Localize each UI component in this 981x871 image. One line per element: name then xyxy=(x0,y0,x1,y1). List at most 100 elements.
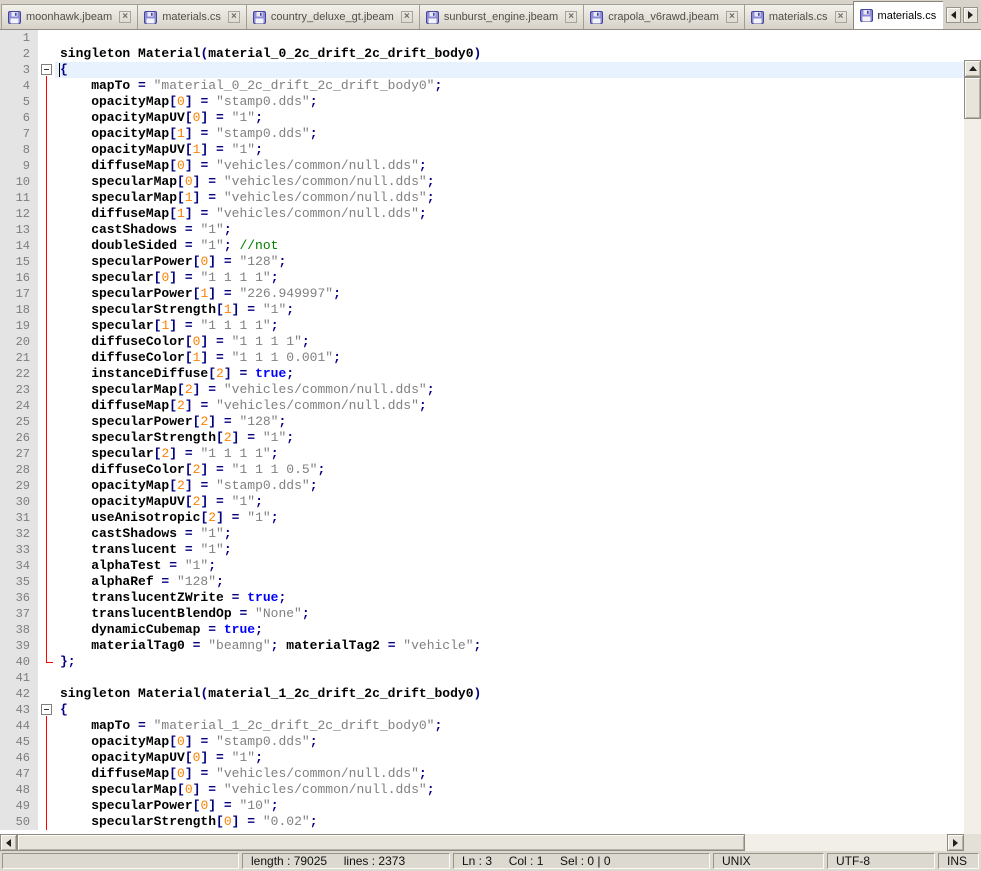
code-line-40[interactable]: 40}; xyxy=(0,654,964,670)
code-line-15[interactable]: 15 specularPower[0] = "128"; xyxy=(0,254,964,270)
fold-guide-line xyxy=(46,542,47,558)
code-line-5[interactable]: 5 opacityMap[0] = "stamp0.dds"; xyxy=(0,94,964,110)
code-line-34[interactable]: 34 alphaTest = "1"; xyxy=(0,558,964,574)
code-line-49[interactable]: 49 specularPower[0] = "10"; xyxy=(0,798,964,814)
code-line-18[interactable]: 18 specularStrength[1] = "1"; xyxy=(0,302,964,318)
code-line-28[interactable]: 28 diffuseColor[2] = "1 1 1 0.5"; xyxy=(0,462,964,478)
code-line-25[interactable]: 25 specularPower[2] = "128"; xyxy=(0,414,964,430)
code-line-24[interactable]: 24 diffuseMap[2] = "vehicles/common/null… xyxy=(0,398,964,414)
line-number: 47 xyxy=(0,766,38,782)
tab-scroll-left-button[interactable] xyxy=(946,7,961,23)
code-line-23[interactable]: 23 specularMap[2] = "vehicles/common/nul… xyxy=(0,382,964,398)
code-line-10[interactable]: 10 specularMap[0] = "vehicles/common/nul… xyxy=(0,174,964,190)
code-line-8[interactable]: 8 opacityMapUV[1] = "1"; xyxy=(0,142,964,158)
code-line-31[interactable]: 31 useAnisotropic[2] = "1"; xyxy=(0,510,964,526)
fold-guide-line xyxy=(46,110,47,126)
code-line-39[interactable]: 39 materialTag0 = "beamng"; materialTag2… xyxy=(0,638,964,654)
status-eol-format[interactable]: UNIX xyxy=(713,853,824,869)
code-line-37[interactable]: 37 translucentBlendOp = "None"; xyxy=(0,606,964,622)
code-line-44[interactable]: 44 mapTo = "material_1_2c_drift_2c_drift… xyxy=(0,718,964,734)
scroll-left-button[interactable] xyxy=(0,834,17,851)
code-line-45[interactable]: 45 opacityMap[0] = "stamp0.dds"; xyxy=(0,734,964,750)
line-number: 5 xyxy=(0,94,38,110)
code-line-11[interactable]: 11 specularMap[1] = "vehicles/common/nul… xyxy=(0,190,964,206)
code-line-6[interactable]: 6 opacityMapUV[0] = "1"; xyxy=(0,110,964,126)
vertical-scroll-thumb[interactable] xyxy=(964,77,981,119)
code-line-19[interactable]: 19 specular[1] = "1 1 1 1"; xyxy=(0,318,964,334)
scroll-up-button[interactable] xyxy=(964,60,981,77)
line-number: 19 xyxy=(0,318,38,334)
status-insert-mode[interactable]: INS xyxy=(938,853,979,869)
left-arrow-icon xyxy=(6,839,11,847)
fold-margin xyxy=(38,158,55,174)
code-line-43[interactable]: 43{ xyxy=(0,702,964,718)
fold-margin xyxy=(38,814,55,830)
line-number: 7 xyxy=(0,126,38,142)
tab-7-materials.cs[interactable]: materials.cs× xyxy=(853,1,943,29)
horizontal-scroll-thumb[interactable] xyxy=(17,834,745,851)
code-line-35[interactable]: 35 alphaRef = "128"; xyxy=(0,574,964,590)
editor-pane[interactable]: 12singleton Material(material_0_2c_drift… xyxy=(0,30,981,834)
tab-scroll-right-button[interactable] xyxy=(963,7,978,23)
line-number: 24 xyxy=(0,398,38,414)
code-line-42[interactable]: 42singleton Material(material_1_2c_drift… xyxy=(0,686,964,702)
code-line-1[interactable]: 1 xyxy=(0,30,964,46)
code-line-9[interactable]: 9 diffuseMap[0] = "vehicles/common/null.… xyxy=(0,158,964,174)
code-text: specularMap[0] = "vehicles/common/null.d… xyxy=(55,782,964,798)
code-line-12[interactable]: 12 diffuseMap[1] = "vehicles/common/null… xyxy=(0,206,964,222)
code-line-14[interactable]: 14 doubleSided = "1"; //not xyxy=(0,238,964,254)
notepad-window: moonhawk.jbeam×materials.cs×country_delu… xyxy=(0,0,981,871)
scroll-right-button[interactable] xyxy=(947,834,964,851)
code-line-17[interactable]: 17 specularPower[1] = "226.949997"; xyxy=(0,286,964,302)
fold-collapse-icon[interactable] xyxy=(41,704,52,715)
code-line-3[interactable]: 3{ xyxy=(0,62,964,78)
code-line-46[interactable]: 46 opacityMapUV[0] = "1"; xyxy=(0,750,964,766)
fold-guide-line xyxy=(46,750,47,766)
tab-close-icon[interactable]: × xyxy=(726,11,738,23)
code-line-16[interactable]: 16 specular[0] = "1 1 1 1"; xyxy=(0,270,964,286)
tab-close-icon[interactable]: × xyxy=(228,11,240,23)
fold-guide-line xyxy=(46,782,47,798)
tab-close-icon[interactable]: × xyxy=(565,11,577,23)
fold-collapse-icon[interactable] xyxy=(41,64,52,75)
code-line-7[interactable]: 7 opacityMap[1] = "stamp0.dds"; xyxy=(0,126,964,142)
tab-5-crapola_v6rawd.jbeam[interactable]: crapola_v6rawd.jbeam× xyxy=(583,4,745,29)
code-line-30[interactable]: 30 opacityMapUV[2] = "1"; xyxy=(0,494,964,510)
code-line-47[interactable]: 47 diffuseMap[0] = "vehicles/common/null… xyxy=(0,766,964,782)
tab-close-icon[interactable]: × xyxy=(119,11,131,23)
code-line-21[interactable]: 21 diffuseColor[1] = "1 1 1 0.001"; xyxy=(0,350,964,366)
tab-2-materials.cs[interactable]: materials.cs× xyxy=(137,4,247,29)
code-line-38[interactable]: 38 dynamicCubemap = true; xyxy=(0,622,964,638)
tab-3-country_deluxe_gt.jbeam[interactable]: country_deluxe_gt.jbeam× xyxy=(246,4,420,29)
vertical-scrollbar[interactable] xyxy=(964,60,981,864)
fold-margin[interactable] xyxy=(38,702,55,718)
tab-4-sunburst_engine.jbeam[interactable]: sunburst_engine.jbeam× xyxy=(419,4,584,29)
tab-close-icon[interactable]: × xyxy=(401,11,413,23)
code-line-2[interactable]: 2singleton Material(material_0_2c_drift_… xyxy=(0,46,964,62)
code-line-13[interactable]: 13 castShadows = "1"; xyxy=(0,222,964,238)
line-number: 48 xyxy=(0,782,38,798)
fold-guide-line xyxy=(46,430,47,446)
line-number: 27 xyxy=(0,446,38,462)
tab-close-icon[interactable]: × xyxy=(835,11,847,23)
fold-margin[interactable] xyxy=(38,62,55,78)
fold-guide-elbow xyxy=(46,662,53,663)
code-line-33[interactable]: 33 translucent = "1"; xyxy=(0,542,964,558)
code-line-36[interactable]: 36 translucentZWrite = true; xyxy=(0,590,964,606)
fold-guide-line xyxy=(46,270,47,286)
code-line-32[interactable]: 32 castShadows = "1"; xyxy=(0,526,964,542)
code-line-4[interactable]: 4 mapTo = "material_0_2c_drift_2c_drift_… xyxy=(0,78,964,94)
status-encoding[interactable]: UTF-8 xyxy=(827,853,935,869)
code-line-50[interactable]: 50 specularStrength[0] = "0.02"; xyxy=(0,814,964,830)
code-line-29[interactable]: 29 opacityMap[2] = "stamp0.dds"; xyxy=(0,478,964,494)
horizontal-scrollbar[interactable] xyxy=(0,834,964,851)
fold-margin xyxy=(38,398,55,414)
code-line-22[interactable]: 22 instanceDiffuse[2] = true; xyxy=(0,366,964,382)
code-line-48[interactable]: 48 specularMap[0] = "vehicles/common/nul… xyxy=(0,782,964,798)
code-line-26[interactable]: 26 specularStrength[2] = "1"; xyxy=(0,430,964,446)
code-line-27[interactable]: 27 specular[2] = "1 1 1 1"; xyxy=(0,446,964,462)
tab-1-moonhawk.jbeam[interactable]: moonhawk.jbeam× xyxy=(1,4,138,29)
code-line-41[interactable]: 41 xyxy=(0,670,964,686)
code-line-20[interactable]: 20 diffuseColor[0] = "1 1 1 1"; xyxy=(0,334,964,350)
tab-6-materials.cs[interactable]: materials.cs× xyxy=(744,4,854,29)
